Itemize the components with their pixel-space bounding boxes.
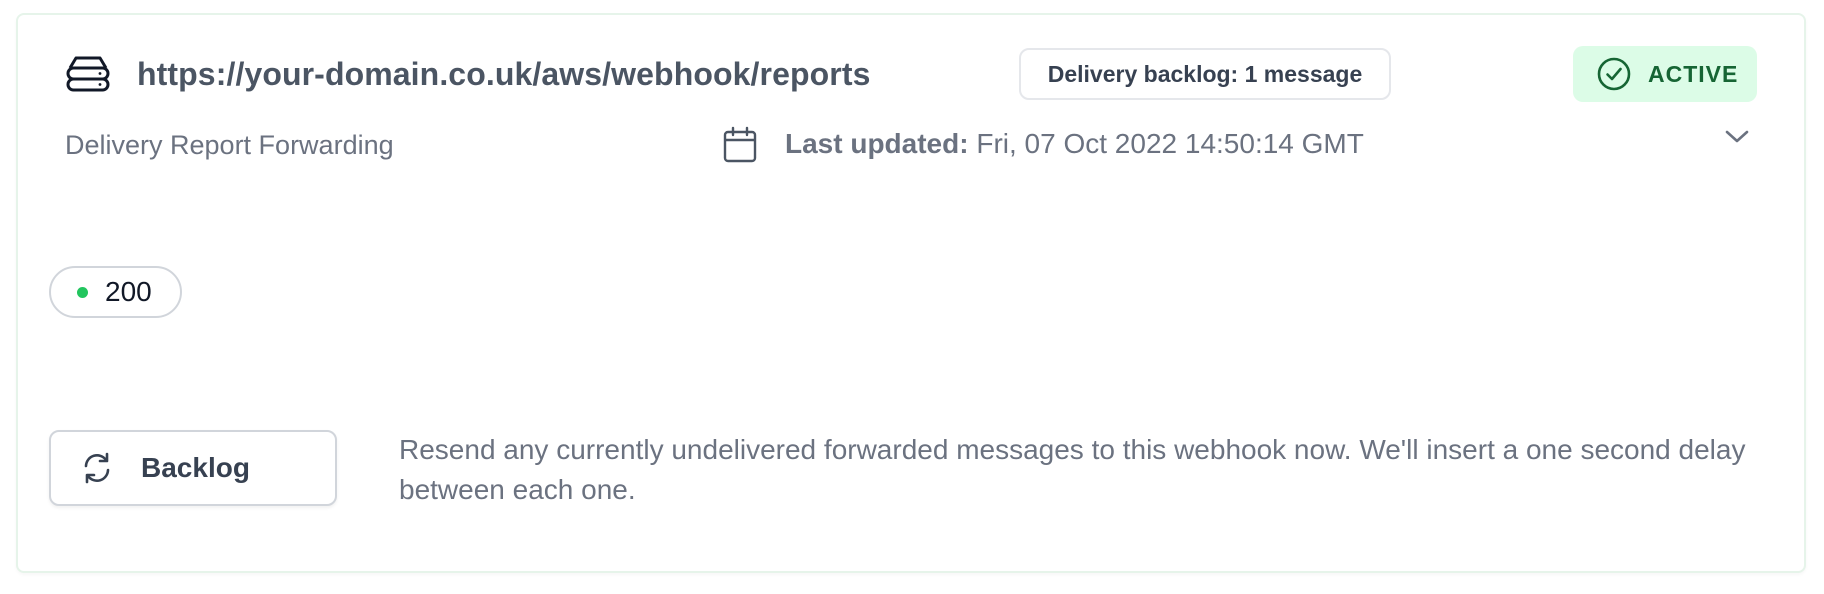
status-badge: ACTIVE: [1573, 46, 1757, 102]
webhook-description: Delivery Report Forwarding: [65, 130, 394, 160]
webhook-url: https://your-domain.co.uk/aws/webhook/re…: [137, 56, 871, 92]
check-circle-icon: [1597, 57, 1631, 91]
last-updated-value: Fri, 07 Oct 2022 14:50:14 GMT: [968, 128, 1364, 159]
refresh-icon: [84, 452, 110, 484]
server-icon: [66, 56, 110, 92]
status-text: ACTIVE: [1648, 60, 1739, 87]
response-code: 200: [105, 276, 152, 307]
backlog-button[interactable]: Backlog: [49, 430, 337, 506]
last-updated: Last updated: Fri, 07 Oct 2022 14:50:14 …: [785, 127, 1364, 161]
backlog-description: Resend any currently undelivered forward…: [399, 434, 1746, 505]
status-dot: [77, 286, 88, 298]
delivery-backlog-badge: Delivery backlog: 1 message: [1019, 48, 1391, 100]
response-code-badge: 200: [49, 266, 182, 318]
backlog-button-label: Backlog: [141, 452, 250, 483]
chevron-down-icon[interactable]: [1722, 126, 1752, 148]
calendar-icon: [723, 126, 757, 163]
last-updated-label: Last updated:: [785, 128, 969, 159]
